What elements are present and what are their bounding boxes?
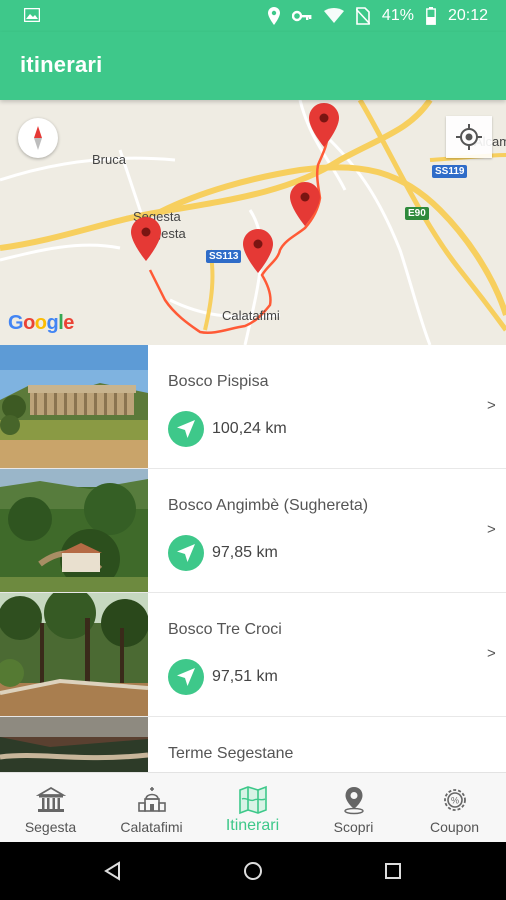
map-marker[interactable] — [309, 103, 339, 147]
map-marker[interactable] — [290, 182, 320, 226]
location-icon — [267, 7, 280, 25]
item-distance: 97,85 km — [212, 544, 278, 561]
navigation-icon — [168, 535, 204, 571]
road-shield-ss119: SS119 — [432, 165, 468, 178]
crosshair-icon — [456, 124, 482, 150]
map-marker[interactable] — [131, 217, 161, 261]
navigation-icon — [168, 411, 204, 447]
map-label-calatafimi: Calatafimi — [222, 308, 280, 323]
no-sim-icon — [355, 7, 370, 25]
coupon-gear-icon: % — [444, 789, 466, 811]
navigation-icon — [168, 659, 204, 695]
map-view[interactable]: Bruca Segesta Segesta Calatafimi Alcamo … — [0, 100, 506, 345]
thumbnail-woods — [0, 593, 148, 716]
list-item[interactable]: Bosco Angimbè (Sughereta) 97,85 km > — [0, 469, 506, 593]
battery-icon — [426, 7, 436, 25]
map-icon — [239, 785, 267, 815]
compass-icon — [34, 126, 42, 150]
thumbnail-thermal — [0, 717, 148, 772]
road-shield-e90: E90 — [405, 207, 429, 220]
tab-segesta[interactable]: Segesta — [0, 773, 101, 843]
map-marker[interactable] — [243, 229, 273, 273]
vpn-key-icon — [291, 10, 312, 22]
system-nav-bar — [0, 842, 506, 900]
list-item[interactable]: Terme Segestane — [0, 717, 506, 772]
item-title: Terme Segestane — [168, 745, 294, 762]
battery-percent: 41% — [381, 7, 414, 24]
page-title: itinerari — [20, 52, 103, 77]
item-title: Bosco Angimbè (Sughereta) — [168, 497, 369, 514]
item-title: Bosco Tre Croci — [168, 621, 282, 638]
svg-text:%: % — [451, 796, 459, 806]
recents-icon[interactable] — [383, 861, 403, 881]
chevron-right-icon: > — [487, 645, 496, 662]
google-logo: Google — [8, 312, 74, 334]
tab-label: Scopri — [333, 819, 374, 835]
item-title: Bosco Pispisa — [168, 373, 269, 390]
tab-coupon[interactable]: % Coupon — [404, 773, 505, 843]
compass-button[interactable] — [18, 118, 58, 158]
thumbnail-temple — [0, 345, 148, 468]
status-bar: 41% 20:12 — [0, 0, 506, 32]
list-item[interactable]: Bosco Pispisa 100,24 km > — [0, 345, 506, 469]
item-distance: 100,24 km — [212, 420, 287, 437]
bottom-tab-bar: Segesta Calatafimi Itinerari Scopri % Co… — [0, 772, 506, 842]
temple-icon — [36, 786, 66, 812]
chevron-right-icon: > — [487, 397, 496, 414]
tab-calatafimi[interactable]: Calatafimi — [101, 773, 202, 843]
tab-label: Itinerari — [225, 817, 280, 834]
tab-label: Calatafimi — [120, 819, 183, 835]
image-notification-icon — [24, 8, 40, 22]
thumbnail-forest — [0, 469, 148, 592]
list-item[interactable]: Bosco Tre Croci 97,51 km > — [0, 593, 506, 717]
wifi-icon — [323, 8, 344, 23]
tab-label: Segesta — [24, 819, 77, 835]
chevron-right-icon: > — [487, 521, 496, 538]
back-icon[interactable] — [103, 861, 123, 881]
app-bar: itinerari — [0, 32, 506, 100]
tab-scopri[interactable]: Scopri — [303, 773, 404, 843]
map-label-bruca: Bruca — [92, 152, 126, 167]
item-distance: 97,51 km — [212, 668, 278, 685]
itinerary-list: Bosco Pispisa 100,24 km > Bosco Angimbè … — [0, 345, 506, 772]
tab-itinerari[interactable]: Itinerari — [202, 773, 303, 843]
clock: 20:12 — [447, 7, 488, 24]
church-icon — [138, 787, 166, 812]
tab-label: Coupon — [429, 819, 480, 835]
my-location-button[interactable] — [446, 116, 492, 158]
map-pin-icon — [344, 787, 364, 815]
home-icon[interactable] — [243, 861, 263, 881]
road-shield-ss113: SS113 — [206, 250, 242, 263]
